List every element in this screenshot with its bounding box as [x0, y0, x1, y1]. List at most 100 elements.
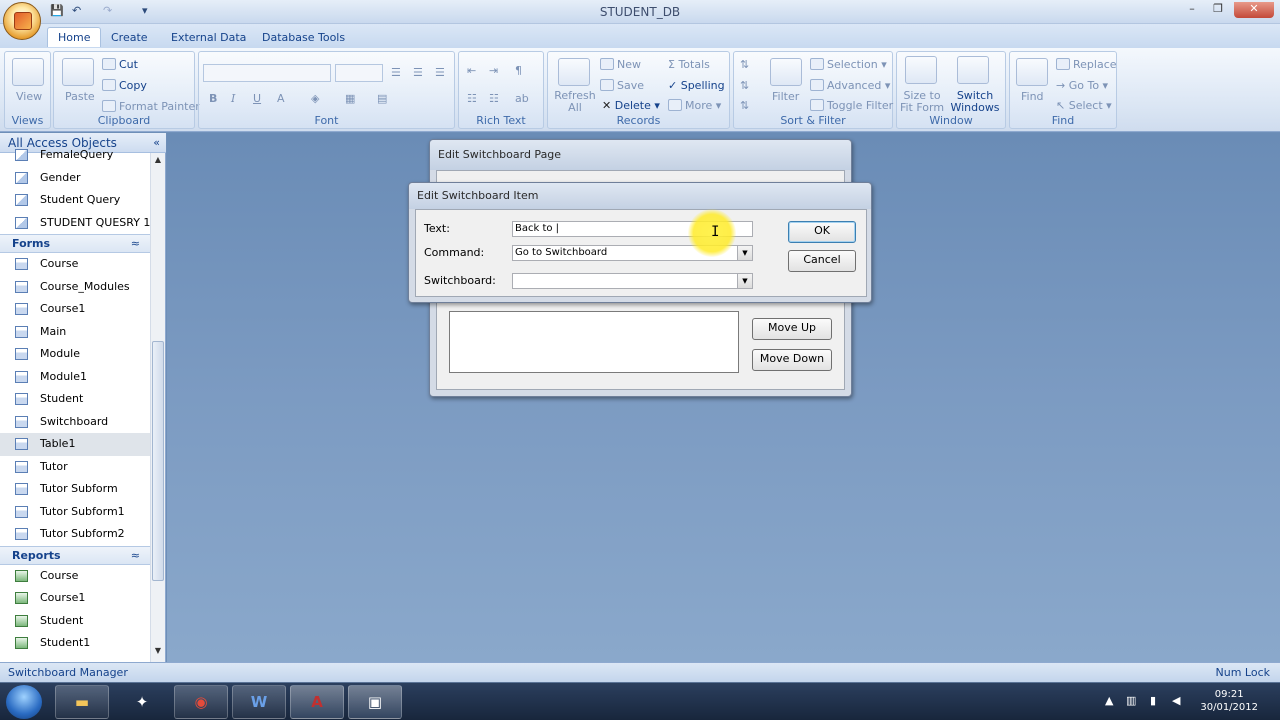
list-item-selected[interactable]: Table1 — [0, 433, 150, 456]
list-item[interactable]: STUDENT QUESRY 1 — [0, 212, 150, 235]
refresh-all-button[interactable]: Refresh All — [552, 90, 598, 114]
qat-more-icon[interactable]: ▾ — [142, 4, 148, 20]
reports-section-header[interactable]: Reports ≈ — [0, 545, 150, 565]
chevron-up-icon[interactable]: ≈ — [131, 547, 140, 565]
bold-button[interactable]: B — [209, 92, 217, 105]
switchboard-select[interactable]: ▼ — [512, 273, 753, 289]
move-up-button[interactable]: Move Up — [752, 318, 832, 340]
move-down-button[interactable]: Move Down — [752, 349, 832, 371]
underline-button[interactable]: U — [253, 92, 261, 105]
paste-button[interactable]: Paste — [65, 90, 95, 103]
paragraph-icon[interactable]: ¶ — [515, 64, 522, 77]
list-item[interactable]: Tutor Subform — [0, 478, 150, 501]
cancel-button[interactable]: Cancel — [788, 250, 856, 272]
list-item[interactable]: Course1 — [0, 298, 150, 321]
save-record-button[interactable]: Save — [600, 79, 644, 92]
numbering-icon[interactable]: ☷ — [489, 92, 499, 105]
select-button[interactable]: ↖ Select ▾ — [1056, 99, 1112, 112]
list-item[interactable]: Course — [0, 565, 150, 588]
tab-home[interactable]: Home — [47, 27, 102, 47]
collapse-nav-icon[interactable]: « — [153, 136, 160, 149]
list-item[interactable]: Student1 — [0, 632, 150, 655]
tab-external-data[interactable]: External Data — [171, 28, 246, 48]
chevron-down-icon[interactable]: ▼ — [737, 274, 752, 288]
list-item[interactable]: Tutor — [0, 456, 150, 479]
cut-button[interactable]: Cut — [102, 58, 138, 71]
delete-button[interactable]: ✕ Delete ▾ — [602, 99, 660, 112]
sort-descending-icon[interactable]: ⇅ — [740, 79, 749, 92]
ok-button[interactable]: OK — [788, 221, 856, 243]
list-item[interactable]: Course_Modules — [0, 276, 150, 299]
switch-windows-button[interactable]: Switch Windows — [947, 90, 1003, 114]
font-name-combo[interactable] — [203, 64, 331, 82]
clock[interactable]: 09:21 30/01/2012 — [1200, 688, 1258, 714]
volume-icon[interactable]: ◀ — [1172, 694, 1180, 707]
alternate-fill-icon[interactable]: ▤ — [377, 92, 387, 105]
bullets-icon[interactable]: ☷ — [467, 92, 477, 105]
align-left-icon[interactable]: ☰ — [391, 66, 401, 79]
signal-icon[interactable]: ▮ — [1150, 694, 1156, 707]
view-button[interactable]: View — [16, 90, 42, 103]
forms-section-header[interactable]: Forms ≈ — [0, 234, 150, 253]
switchboard-taskbar-icon[interactable]: ▣ — [348, 685, 402, 719]
selection-button[interactable]: Selection ▾ — [810, 58, 887, 71]
chrome-taskbar-icon[interactable]: ◉ — [174, 685, 228, 719]
scroll-down-icon[interactable]: ▼ — [151, 646, 165, 660]
minimize-button[interactable]: – — [1180, 2, 1204, 18]
list-item[interactable]: Module1 — [0, 366, 150, 389]
maximize-button[interactable]: ❐ — [1206, 2, 1230, 18]
scroll-thumb[interactable] — [152, 341, 164, 581]
gridlines-icon[interactable]: ▦ — [345, 92, 355, 105]
tab-database-tools[interactable]: Database Tools — [262, 28, 345, 48]
highlight-icon[interactable]: ab — [515, 92, 529, 105]
word-taskbar-icon[interactable]: W — [232, 685, 286, 719]
save-icon[interactable]: 💾 — [50, 4, 64, 20]
list-item[interactable]: Tutor Subform1 — [0, 501, 150, 524]
filter-button[interactable]: Filter — [772, 90, 799, 103]
clear-sort-icon[interactable]: ⇅ — [740, 99, 749, 112]
chevron-up-icon[interactable]: ≈ — [131, 235, 140, 253]
align-center-icon[interactable]: ☰ — [413, 66, 423, 79]
nav-scrollbar[interactable]: ▲ ▼ — [150, 153, 165, 662]
replace-button[interactable]: Replace — [1056, 58, 1117, 71]
list-item[interactable]: Switchboard — [0, 411, 150, 434]
list-item[interactable]: Student — [0, 388, 150, 411]
chevron-down-icon[interactable]: ▼ — [737, 246, 752, 260]
find-button[interactable]: Find — [1021, 90, 1044, 103]
access-taskbar-icon[interactable]: A — [290, 685, 344, 719]
font-color-button[interactable]: A — [277, 92, 285, 105]
spelling-button[interactable]: ✓ Spelling — [668, 79, 725, 92]
explorer-taskbar-icon[interactable]: ▬ — [55, 685, 109, 719]
list-item[interactable]: Course1 — [0, 587, 150, 610]
copy-button[interactable]: Copy — [102, 79, 147, 92]
list-item[interactable]: Course — [0, 253, 150, 276]
list-item[interactable]: Tutor Subform2 — [0, 523, 150, 546]
list-item[interactable]: Gender — [0, 167, 150, 190]
list-item[interactable]: FemaleQuery — [0, 144, 150, 167]
italic-button[interactable]: I — [231, 92, 235, 105]
list-item[interactable]: Student Query — [0, 189, 150, 212]
tab-create[interactable]: Create — [111, 28, 148, 48]
start-button[interactable] — [6, 685, 42, 719]
redo-icon[interactable]: ↷ — [103, 4, 112, 20]
list-item[interactable]: Module — [0, 343, 150, 366]
list-item[interactable]: Main — [0, 321, 150, 344]
decrease-indent-icon[interactable]: ⇤ — [467, 64, 476, 77]
advanced-button[interactable]: Advanced ▾ — [810, 79, 890, 92]
size-to-fit-button[interactable]: Size to Fit Form — [899, 90, 945, 114]
increase-indent-icon[interactable]: ⇥ — [489, 64, 498, 77]
close-button[interactable]: ✕ — [1234, 2, 1274, 18]
app-taskbar-icon[interactable]: ✦ — [115, 685, 169, 719]
toggle-filter-button[interactable]: Toggle Filter — [810, 99, 893, 112]
totals-button[interactable]: Σ Totals — [668, 58, 710, 71]
scroll-up-icon[interactable]: ▲ — [151, 155, 165, 169]
more-button[interactable]: More ▾ — [668, 99, 721, 112]
font-size-combo[interactable] — [335, 64, 383, 82]
goto-button[interactable]: → Go To ▾ — [1056, 79, 1108, 92]
list-item[interactable]: Student — [0, 610, 150, 633]
network-icon[interactable]: ▥ — [1126, 694, 1136, 707]
format-painter-button[interactable]: Format Painter — [102, 100, 200, 113]
sort-ascending-icon[interactable]: ⇅ — [740, 58, 749, 71]
undo-icon[interactable]: ↶ — [72, 4, 81, 20]
office-button[interactable] — [3, 2, 41, 40]
